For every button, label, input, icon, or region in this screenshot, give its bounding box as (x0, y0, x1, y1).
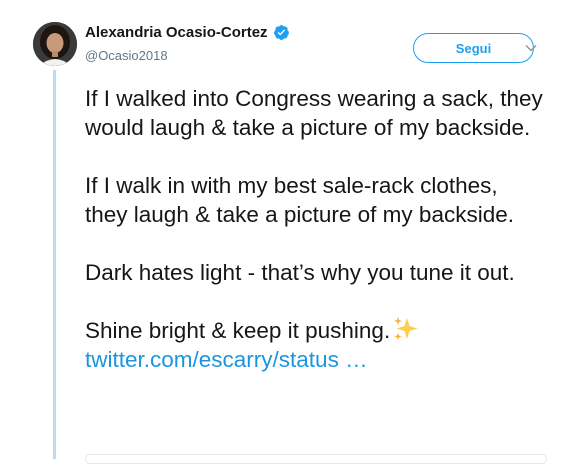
tweet-text: If I walked into Congress wearing a sack… (85, 84, 545, 374)
sparkles-icon (392, 316, 420, 342)
tweet-paragraph: If I walked into Congress wearing a sack… (85, 86, 543, 140)
link-preview-card[interactable] (85, 454, 547, 464)
follow-button[interactable]: Segui (413, 33, 534, 63)
verified-badge-icon (273, 24, 290, 41)
tweet-last-line: Shine bright & keep it pushing. (85, 318, 391, 343)
author-handle[interactable]: @Ocasio2018 (85, 48, 168, 63)
tweet-paragraph-last: Shine bright & keep it pushing. twitter.… (85, 316, 545, 374)
thread-line (53, 70, 56, 459)
author-name[interactable]: Alexandria Ocasio-Cortez (85, 24, 268, 41)
chevron-down-icon[interactable] (524, 41, 538, 55)
tweet-link[interactable]: twitter.com/escarry/status … (85, 347, 368, 372)
avatar[interactable] (33, 22, 77, 66)
tweet-paragraph: If I walk in with my best sale-rack clot… (85, 173, 514, 227)
tweet-paragraph: Dark hates light - that’s why you tune i… (85, 260, 515, 285)
